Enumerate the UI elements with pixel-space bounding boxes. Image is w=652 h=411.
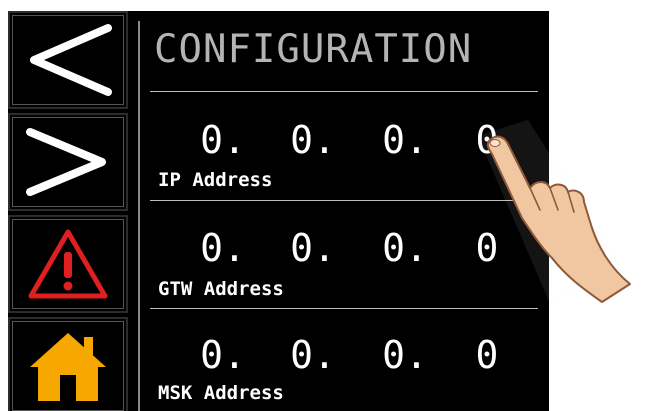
home-button[interactable] <box>8 317 128 411</box>
ip-octet-2[interactable]: 0. <box>278 118 348 162</box>
gtw-octet-2[interactable]: 0. <box>278 226 348 270</box>
chevron-right-icon <box>26 128 106 196</box>
gtw-address-label: GTW Address <box>158 278 284 300</box>
warning-triangle-icon <box>28 229 108 299</box>
pointing-hand-icon <box>477 119 631 304</box>
ip-octet-3[interactable]: 0. <box>370 118 440 162</box>
alarm-button[interactable] <box>8 215 128 313</box>
ip-octet-1[interactable]: 0. <box>188 118 258 162</box>
touch-screen: CONFIGURATION 0. 0. 0. 0 IP Address 0. 0… <box>8 11 549 411</box>
gtw-octet-1[interactable]: 0. <box>188 226 258 270</box>
msk-octet-2[interactable]: 0. <box>278 333 348 377</box>
gtw-octet-3[interactable]: 0. <box>370 226 440 270</box>
msk-octet-1[interactable]: 0. <box>188 333 258 377</box>
field-divider <box>150 308 538 309</box>
msk-address-label: MSK Address <box>158 382 284 404</box>
page-title: CONFIGURATION <box>154 27 473 72</box>
chevron-left-icon <box>30 24 112 96</box>
ip-address-label: IP Address <box>158 169 273 191</box>
msk-octet-3[interactable]: 0. <box>370 333 440 377</box>
home-icon <box>30 333 106 401</box>
back-button[interactable] <box>8 11 128 109</box>
msk-octet-4[interactable]: 0 <box>452 333 522 377</box>
forward-button[interactable] <box>8 113 128 211</box>
sidebar-divider <box>138 21 140 411</box>
title-divider <box>150 91 538 92</box>
